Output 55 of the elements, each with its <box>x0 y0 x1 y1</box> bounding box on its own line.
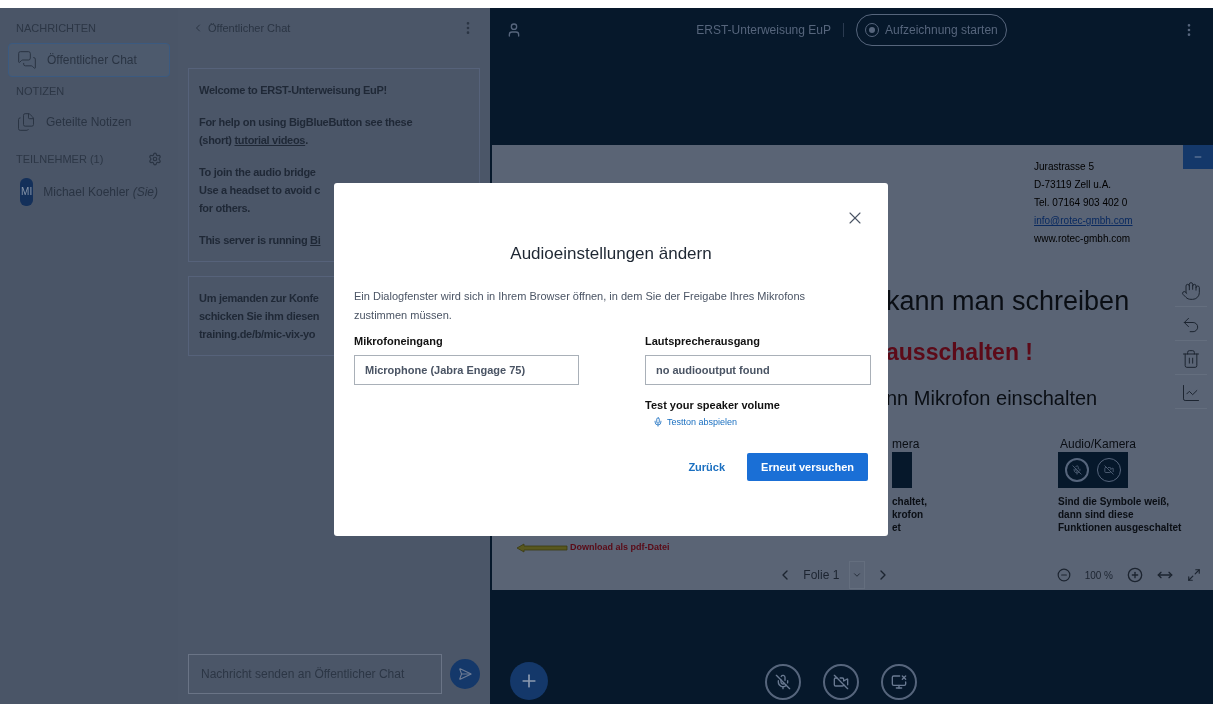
control-icons-drawing <box>892 452 912 488</box>
dialog-description: Ein Dialogfenster wird sich in Ihrem Browser öffnen, in dem Sie der Freigabe Ihres Mikrofons zustimmen müssen. <box>354 288 806 323</box>
microphone-select[interactable]: Microphone (Jabra Engage 75) <box>354 355 579 385</box>
slide-text: Audio/Kamera <box>1060 436 1137 453</box>
address-line: D-73119 Zell u.A. <box>1034 178 1113 192</box>
download-link[interactable]: Download als pdf-Datei <box>570 541 670 555</box>
chevron-down-icon <box>852 570 863 580</box>
field-label: Test your speaker volume <box>645 398 781 413</box>
field-label: Lautsprecherausgang <box>645 333 761 349</box>
screen-share-button[interactable] <box>880 664 917 700</box>
test-sound-link[interactable]: Testton abspielen <box>653 415 871 429</box>
trash-icon <box>1181 348 1201 369</box>
camera-button[interactable] <box>822 664 859 700</box>
speaker-select[interactable]: no audiooutput found <box>645 355 871 385</box>
fullscreen-icon[interactable] <box>1187 568 1201 582</box>
slide-text: mera <box>892 436 920 453</box>
slide-caption: dann sind diese <box>1058 508 1135 521</box>
retry-button[interactable]: Erneut versuchen <box>747 453 868 481</box>
line-chart-icon <box>1181 382 1201 403</box>
add-button[interactable] <box>510 662 548 700</box>
arrow-icon <box>516 542 568 553</box>
hand-icon <box>1181 280 1201 301</box>
camera-off-icon <box>832 674 849 690</box>
address-line: info@rotec-gmbh.com <box>1034 214 1133 228</box>
zoom-out-icon[interactable] <box>1056 568 1071 582</box>
chat-bubbles-icon <box>17 49 37 70</box>
meeting-title: ERST-Unterweisung EuP <box>696 22 831 39</box>
slide-caption: Sind die Symbole weiß, <box>1058 495 1171 508</box>
zoom-level: 100 % <box>1084 568 1113 583</box>
documents-icon <box>16 112 36 132</box>
address-line: Tel. 07164 903 402 0 <box>1034 196 1129 210</box>
address-line: Jurastrasse 5 <box>1034 160 1096 174</box>
user-avatar: MI <box>20 177 34 206</box>
microphone-muted-icon <box>774 674 791 690</box>
slide-number: Folie 1 <box>803 567 840 584</box>
mute-button[interactable] <box>764 664 801 700</box>
slide-caption: et <box>892 521 902 534</box>
microphone-icon <box>653 417 663 428</box>
zoom-in-icon[interactable] <box>1127 567 1143 583</box>
user-icon[interactable] <box>506 22 522 38</box>
dialog-title: Audioeinstellungen ändern <box>510 243 712 265</box>
field-label: Mikrofoneingang <box>354 333 444 349</box>
slide-caption: Funktionen ausgeschaltet <box>1058 521 1182 534</box>
send-icon <box>458 667 472 681</box>
address-line: www.rotec-gmbh.com <box>1034 232 1132 246</box>
back-button[interactable]: Zurück <box>688 458 726 476</box>
settings-icon[interactable] <box>148 152 162 167</box>
slide-caption: chaltet, <box>892 495 927 508</box>
control-icons-drawing <box>1058 452 1128 488</box>
slide-text: kann man schreiben <box>886 285 1130 318</box>
send-button[interactable] <box>450 659 480 689</box>
slide-dropdown[interactable] <box>849 561 866 589</box>
slide-caption: krofon <box>892 508 925 521</box>
slide-text: ausschalten ! <box>886 338 1033 367</box>
screen-off-icon <box>890 674 907 690</box>
